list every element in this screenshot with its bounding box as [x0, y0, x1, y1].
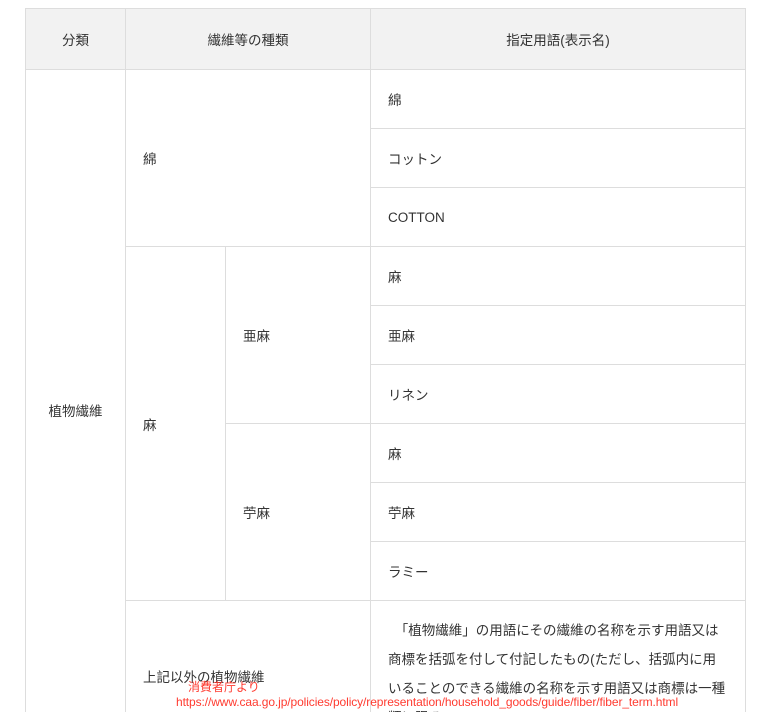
source-url[interactable]: https://www.caa.go.jp/policies/policy/re…	[176, 695, 678, 710]
term-cell: コットン	[370, 128, 746, 188]
table-header: 分類 繊維等の種類 指定用語(表示名)	[25, 8, 746, 70]
column-header-fiber-type: 繊維等の種類	[125, 8, 371, 70]
page-root: 分類 繊維等の種類 指定用語(表示名) 植物繊維 綿 綿 コットン COTTON…	[0, 0, 764, 712]
source-label: 消費者庁より	[188, 680, 260, 694]
term-cell: 亜麻	[370, 305, 746, 365]
term-cell: COTTON	[370, 187, 746, 247]
term-cell: ラミー	[370, 541, 746, 601]
table-body: 植物繊維 綿 綿 コットン COTTON 麻 亜麻 麻 亜麻 リネン 苧麻 麻 …	[25, 69, 746, 712]
term-cell: 綿	[370, 69, 746, 129]
header-row: 分類 繊維等の種類 指定用語(表示名)	[25, 8, 746, 70]
term-cell: 麻	[370, 246, 746, 306]
term-cell: 麻	[370, 423, 746, 483]
group-cell-cotton: 綿	[125, 69, 371, 247]
fiber-designation-table: 分類 繊維等の種類 指定用語(表示名) 植物繊維 綿 綿 コットン COTTON…	[25, 8, 746, 712]
term-cell: 苧麻	[370, 482, 746, 542]
category-cell-plant-fiber: 植物繊維	[25, 69, 126, 712]
column-header-category: 分類	[25, 8, 126, 70]
table-row: 麻 亜麻 麻	[26, 246, 746, 601]
subgroup-cell-ramie: 苧麻	[225, 423, 371, 601]
subgroup-cell-flax: 亜麻	[225, 246, 371, 424]
source-annotation: 消費者庁より https://www.caa.go.jp/policies/po…	[176, 680, 690, 710]
term-cell: リネン	[370, 364, 746, 424]
group-cell-hemp: 麻	[125, 246, 226, 601]
column-header-designated-term: 指定用語(表示名)	[370, 8, 746, 70]
table-row: 植物繊維 綿 綿	[25, 69, 746, 712]
